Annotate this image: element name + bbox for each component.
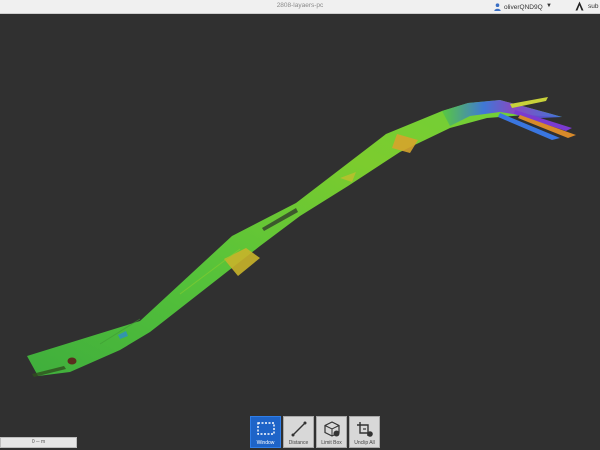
user-menu[interactable]: oliverQND9Q <box>494 2 543 12</box>
distance-icon <box>291 421 306 437</box>
window-select-button[interactable]: Window <box>250 416 281 448</box>
scale-bar: 0 ─ m <box>0 437 77 448</box>
brand: sub <box>575 1 598 11</box>
brand-logo-icon <box>575 1 584 11</box>
distance-label: Distance <box>288 440 309 446</box>
distance-button[interactable]: Distance <box>283 416 314 448</box>
unclip-all-label: Unclip All <box>354 440 375 446</box>
tool-palette: Window Distance Limit Box Unclip All <box>250 416 380 448</box>
chevron-down-icon[interactable]: ▼ <box>546 3 552 9</box>
limit-box-icon <box>323 421 340 437</box>
user-icon <box>494 3 501 11</box>
title-bar: 2808-layaers-pc oliverQND9Q ▼ sub <box>0 0 600 14</box>
unclip-icon <box>356 422 373 437</box>
window-select-icon <box>256 422 275 435</box>
window-select-label: Window <box>256 440 275 446</box>
user-name: oliverQND9Q <box>504 3 543 11</box>
limit-box-label: Limit Box <box>321 440 342 446</box>
brand-label: sub <box>588 2 599 10</box>
point-cloud-viewport[interactable] <box>0 14 600 450</box>
point-cloud <box>27 97 576 377</box>
limit-box-button[interactable]: Limit Box <box>316 416 347 448</box>
unclip-all-button[interactable]: Unclip All <box>349 416 380 448</box>
